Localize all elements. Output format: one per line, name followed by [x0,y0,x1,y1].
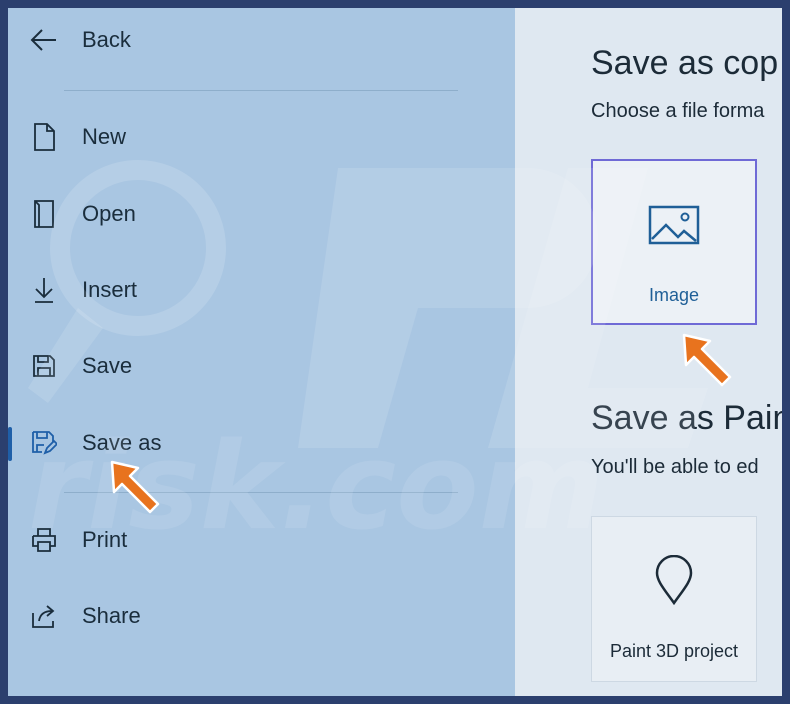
image-format-tile[interactable]: Image [591,159,757,325]
nav-item-label: Print [82,527,128,552]
nav-item-label: New [82,124,127,149]
save-copy-subtitle: Choose a file forma [591,100,765,122]
arrow-left-icon [30,26,58,54]
share-icon [30,602,58,630]
back-button[interactable]: Back [8,10,515,70]
nav-item-label: Open [82,201,136,226]
nav-item-save[interactable]: Save [8,336,515,396]
nav-item-label: Share [82,603,141,628]
nav-item-share[interactable]: Share [8,586,515,646]
nav-item-open[interactable]: Open [8,184,515,244]
nav-item-label: Save [82,353,133,378]
save-copy-heading: Save as cop [591,44,779,82]
paint3d-project-tile[interactable]: Paint 3D project [591,516,757,682]
nav-divider [64,90,458,91]
save-paint3d-subtitle: You'll be able to ed [591,456,759,478]
image-tile-label: Image [648,285,700,305]
new-file-icon [30,123,58,151]
open-folder-icon [30,200,58,228]
nav-divider [64,492,458,493]
nav-item-label: Save as [82,430,162,455]
nav-item-new[interactable]: New [8,107,515,167]
image-icon [593,205,755,249]
location-pin-icon [592,555,756,605]
nav-item-insert[interactable]: Insert [8,260,515,320]
print-icon [30,526,58,554]
save-icon [30,352,58,380]
save-options-pane: Save as cop Choose a file forma Image Sa… [515,8,782,696]
save-as-icon [30,429,58,457]
paint3d-tile-label: Paint 3D project [609,641,739,661]
window-frame: Back New Open Insert Save Save as Print … [8,8,782,696]
file-menu-nav: Back New Open Insert Save Save as Print … [8,8,515,696]
insert-icon [30,276,58,304]
nav-item-label: Insert [82,277,138,302]
nav-item-save-as[interactable]: Save as [8,413,515,473]
save-paint3d-heading: Save as Pain [591,399,782,437]
back-label: Back [82,27,131,52]
nav-item-print[interactable]: Print [8,510,515,570]
